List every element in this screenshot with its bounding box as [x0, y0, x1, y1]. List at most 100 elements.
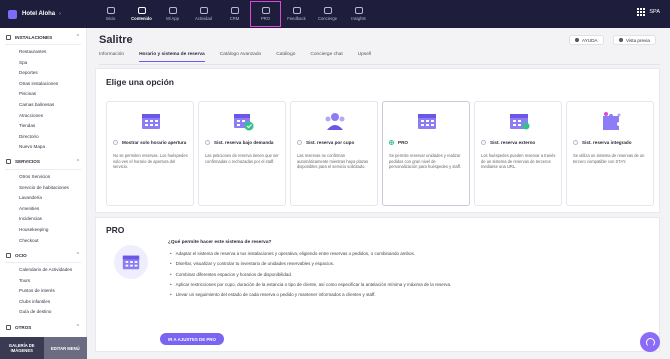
sidebar-item-piscinas[interactable]: Piscinas	[0, 89, 86, 100]
option-title: Sist. reserva por cupo	[306, 140, 355, 145]
hotel-selector[interactable]: Hotel Aloha ›	[0, 9, 95, 19]
leisure-icon	[6, 252, 11, 258]
option-radio[interactable]	[481, 140, 486, 145]
chevron-up-icon: ⌃	[75, 34, 80, 40]
home-icon	[106, 7, 115, 14]
section-title: OCIO	[15, 252, 27, 258]
sidebar-item-room-service[interactable]: Servicio de habitaciones	[0, 183, 86, 194]
option-card-opening-hours[interactable]: Mostrar solo horario apertura No se perm…	[106, 101, 194, 206]
concierge-icon	[323, 7, 332, 14]
options-heading: Elige una opción	[106, 77, 175, 87]
language-label: SPA	[649, 9, 660, 15]
option-radio[interactable]	[573, 140, 578, 145]
sidebar-item-incidencias[interactable]: Incidencias	[0, 214, 86, 225]
sidebar-section-otros[interactable]: OTROS ⌃	[0, 322, 86, 332]
sidebar-section-servicios[interactable]: SERVICIOS ⌃	[0, 157, 86, 167]
go-to-pro-settings-button[interactable]: IR A AJUSTES DE PRO	[160, 333, 224, 345]
sidebar-item-atracciones[interactable]: Atracciones	[0, 111, 86, 122]
sidebar-item-spa[interactable]: Spa	[0, 58, 86, 69]
option-radio[interactable]	[297, 140, 302, 145]
sidebar-section-ocio[interactable]: OCIO ⌃	[0, 250, 86, 260]
sidebar-item-calendario-actividades[interactable]: Calendario de Actividades	[0, 265, 86, 276]
tab-concierge-chat[interactable]: Concierge chat	[310, 52, 342, 62]
nav-label: Feedback	[287, 16, 306, 21]
image-gallery-button[interactable]: GALERÍA DE IMÁGENES	[0, 337, 44, 359]
sidebar-item-otros-servicios[interactable]: Otros Servicios	[0, 172, 86, 183]
language-selector[interactable]: SPA	[637, 8, 660, 16]
nav-contenido[interactable]: Contenido	[126, 1, 157, 27]
sidebar-item-deportes[interactable]: Deportes	[0, 68, 86, 79]
sidebar-item-tiendas[interactable]: Tiendas	[0, 121, 86, 132]
sidebar-item-restaurantes[interactable]: Restaurantes	[0, 47, 86, 58]
tab-horario-reserva[interactable]: Horario y sistema de reserva	[139, 52, 205, 62]
option-card-external[interactable]: Sist. reserva externo Los huéspedes pued…	[474, 101, 562, 206]
chevron-up-icon: ⌃	[75, 324, 80, 331]
sidebar-item-directorio[interactable]: Directorio	[0, 132, 86, 143]
reservation-options-panel: Elige una opción Mostrar solo horario ap…	[95, 68, 660, 213]
sidebar: INSTALACIONES ⌃ Restaurantes Spa Deporte…	[0, 28, 87, 359]
section-title: INSTALACIONES	[15, 34, 53, 40]
nav-pro[interactable]: PRO	[250, 1, 281, 27]
preview-icon	[619, 38, 623, 42]
option-title: PRO	[398, 140, 408, 145]
sidebar-item-amenities[interactable]: Amenities	[0, 204, 86, 215]
option-card-pro[interactable]: PRO Se permite reservar unidades y reali…	[382, 101, 470, 206]
sidebar-section-instalaciones[interactable]: INSTALACIONES ⌃	[0, 32, 86, 42]
option-radio[interactable]	[205, 140, 210, 145]
sidebar-item-housekeeping[interactable]: Housekeeping	[0, 225, 86, 236]
pro-panel-title: PRO	[106, 225, 125, 235]
support-chat-button[interactable]	[640, 332, 660, 352]
nav-crm[interactable]: CRM	[219, 1, 250, 27]
preview-label: Vista previa	[626, 37, 650, 43]
nav-label: Actividad	[195, 16, 212, 21]
services-icon	[6, 159, 11, 165]
help-button[interactable]: AYUDA	[569, 35, 604, 45]
option-card-on-demand[interactable]: Sist. reserva bajo demanda Las peticione…	[198, 101, 286, 206]
option-description: No se permiten reservas. Los huéspedes s…	[113, 153, 188, 170]
nav-mi-app[interactable]: Mi App	[157, 1, 188, 27]
sidebar-item-otras-instalaciones[interactable]: Otras instalaciones	[0, 79, 86, 90]
building-icon	[6, 34, 11, 40]
sidebar-item-tours[interactable]: Tours	[0, 276, 86, 287]
top-navigation-bar: Hotel Aloha › Inicio Contenido Mi App Ac…	[0, 0, 670, 28]
option-card-by-quota[interactable]: Sist. reserva por cupo Las reservas se c…	[290, 101, 378, 206]
nav-insights[interactable]: Insights	[343, 1, 374, 27]
calendar-icon	[142, 114, 160, 129]
tab-informacion[interactable]: Información	[99, 52, 124, 62]
preview-button[interactable]: Vista previa	[613, 35, 656, 45]
feedback-icon	[292, 7, 301, 14]
sidebar-item-checkout[interactable]: Checkout	[0, 236, 86, 247]
option-radio-selected[interactable]	[389, 140, 394, 145]
sidebar-item-nuevo-mapa[interactable]: Nuevo Mapa	[0, 142, 86, 153]
nav-label: Inicio	[105, 16, 116, 21]
sidebar-item-camas-balinesas[interactable]: Camas balinesas	[0, 100, 86, 111]
tab-catalogo-avanzado[interactable]: Catálogo Avanzado	[220, 52, 262, 62]
option-card-integrated[interactable]: Sist. reserva integrado Se utiliza un si…	[566, 101, 654, 206]
sidebar-item-clubs-infantiles[interactable]: Clubs infantiles	[0, 297, 86, 308]
hotel-logo-icon	[8, 9, 17, 19]
list-item: Combinar diferentes espacios y horarios …	[170, 272, 451, 282]
option-description: Se permite reservar unidades y realizar …	[389, 153, 462, 170]
option-radio[interactable]	[113, 140, 118, 145]
nav-inicio[interactable]: Inicio	[95, 1, 126, 27]
insights-icon	[354, 7, 363, 14]
tabs-divider	[99, 64, 660, 65]
section-title: SERVICIOS	[15, 159, 40, 165]
help-label: AYUDA	[582, 37, 598, 43]
calendar-check-icon	[234, 114, 254, 131]
pro-features-list: Adaptar el sistema de reserva a tus inst…	[170, 251, 452, 302]
tab-catalogo[interactable]: Catálogo	[276, 52, 295, 62]
sidebar-item-lavanderia[interactable]: Lavandería	[0, 193, 86, 204]
tab-upsell[interactable]: Upsell	[358, 52, 371, 62]
sidebar-footer: GALERÍA DE IMÁGENES EDITAR MENÚ	[0, 337, 87, 359]
divider	[5, 44, 81, 45]
edit-menu-button[interactable]: EDITAR MENÚ	[43, 337, 87, 359]
option-title: Sist. reserva bajo demanda	[214, 140, 274, 145]
sidebar-item-guia-destino[interactable]: Guía de destino	[0, 307, 86, 318]
nav-feedback[interactable]: Feedback	[281, 1, 312, 27]
sidebar-item-puntos-interes[interactable]: Puntos de interés	[0, 286, 86, 297]
more-icon	[6, 324, 11, 330]
nav-concierge[interactable]: Concierge	[312, 1, 343, 27]
nav-label: CRM	[229, 16, 240, 21]
nav-actividad[interactable]: Actividad	[188, 1, 219, 27]
